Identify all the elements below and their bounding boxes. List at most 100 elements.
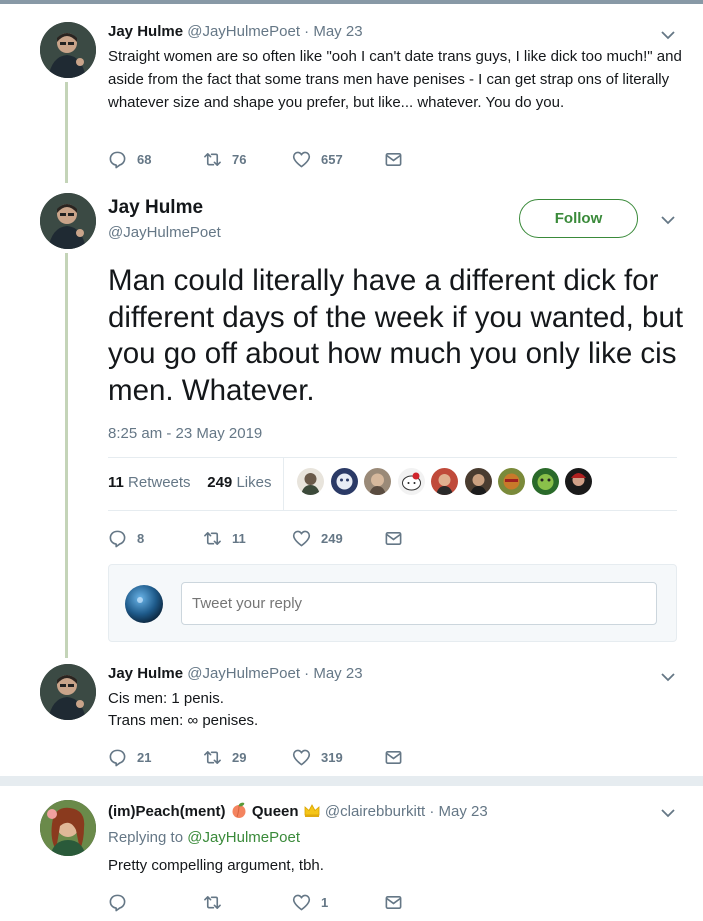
chevron-down-icon[interactable] (661, 808, 675, 818)
like-icon (292, 151, 311, 168)
liker-avatar[interactable] (498, 468, 525, 495)
dm-icon (385, 531, 402, 546)
likers-avatars (297, 468, 599, 495)
like-count: 1 (321, 895, 329, 910)
peach-emoji-icon (232, 802, 246, 818)
liker-avatar[interactable] (565, 468, 592, 495)
liker-avatar[interactable] (364, 468, 391, 495)
separator-dot: · (304, 665, 310, 682)
liker-avatar[interactable] (330, 468, 358, 495)
like-button[interactable]: 1 (292, 893, 328, 912)
reply-button[interactable]: 8 (108, 529, 144, 548)
follow-button[interactable]: Follow (519, 199, 638, 238)
liker-avatar[interactable] (431, 468, 458, 495)
dm-button[interactable] (384, 748, 403, 767)
like-icon (292, 530, 311, 547)
retweet-button[interactable]: 29 (203, 748, 246, 767)
retweet-icon (204, 750, 221, 765)
reply-icon (109, 749, 126, 767)
like-count: 319 (321, 750, 343, 765)
like-icon (292, 749, 311, 766)
author-handle[interactable]: @JayHulmePoet (108, 224, 221, 241)
retweet-count: 76 (232, 152, 247, 167)
separator-dot: · (429, 803, 435, 820)
author-handle[interactable]: @JayHulmePoet (187, 23, 300, 40)
reply-button[interactable] (108, 893, 137, 912)
like-count: 657 (321, 152, 343, 167)
author-handle[interactable]: @JayHulmePoet (187, 665, 300, 682)
engagement-stats: 11 Retweets 249 Likes (108, 474, 271, 491)
reply-icon (109, 894, 126, 912)
author-name[interactable]: Jay Hulme (108, 23, 183, 40)
retweet-button[interactable] (203, 893, 232, 912)
tweet-date[interactable]: May 23 (313, 665, 362, 682)
reply-button[interactable]: 68 (108, 150, 151, 169)
thread-line (65, 82, 68, 183)
liker-avatar[interactable] (297, 468, 324, 495)
liker-avatar[interactable] (464, 468, 492, 495)
tweet-actions: 1 (108, 893, 408, 913)
likes-stat[interactable]: 249 Likes (207, 474, 271, 491)
liker-avatar[interactable] (531, 468, 559, 495)
tweet-date[interactable]: May 23 (439, 803, 488, 820)
dm-button[interactable] (384, 529, 403, 548)
tweet-text: Straight women are so often like "ooh I … (108, 48, 682, 111)
retweet-icon (204, 895, 221, 910)
author-name[interactable]: Jay Hulme (108, 665, 183, 682)
reply-button[interactable]: 21 (108, 748, 151, 767)
tweet-timestamp[interactable]: 8:25 am - 23 May 2019 (108, 425, 262, 442)
tweet-actions: 8 11 249 (108, 529, 408, 549)
retweets-stat[interactable]: 11 Retweets (108, 474, 191, 491)
like-button[interactable]: 657 (292, 150, 343, 169)
author-name[interactable]: Jay Hulme (108, 197, 203, 219)
reply-count: 21 (137, 750, 152, 765)
replying-to: Replying to @JayHulmePoet (108, 829, 300, 846)
replying-to-link[interactable]: @JayHulmePoet (187, 829, 300, 846)
avatar[interactable] (40, 193, 96, 249)
tweet-text: Pretty compelling argument, tbh. (108, 857, 324, 874)
retweet-button[interactable]: 11 (203, 529, 246, 548)
dm-button[interactable] (384, 150, 403, 169)
reply-count: 68 (137, 152, 152, 167)
author-name[interactable]: (im)Peach(ment) Queen (108, 802, 325, 820)
like-count: 249 (321, 531, 343, 546)
avatar[interactable] (40, 800, 96, 856)
top-border (0, 0, 703, 4)
dm-icon (385, 152, 402, 167)
current-user-avatar (125, 585, 163, 623)
divider (108, 510, 677, 511)
tweet-text-line: Cis men: 1 penis. (108, 690, 224, 707)
reply-icon (109, 530, 126, 548)
reply-input[interactable] (181, 582, 657, 625)
reply-count: 8 (137, 531, 145, 546)
tweet-actions: 68 76 657 (108, 150, 408, 170)
retweet-icon (204, 152, 221, 167)
main-tweet-text: Man could literally have a different dic… (108, 264, 684, 407)
retweet-count: 11 (232, 531, 246, 546)
crown-emoji-icon (304, 804, 320, 817)
avatar[interactable] (40, 664, 96, 720)
separator-dot: · (304, 23, 310, 40)
tweet-date[interactable]: May 23 (313, 23, 362, 40)
retweet-button[interactable]: 76 (203, 150, 246, 169)
dm-icon (385, 750, 402, 765)
dm-icon (385, 895, 402, 910)
author-handle[interactable]: @clairebburkitt (325, 803, 425, 820)
tweet-header: Jay Hulme @JayHulmePoet · May 23 (108, 23, 363, 40)
chevron-down-icon[interactable] (661, 30, 675, 40)
divider (283, 458, 284, 510)
dm-button[interactable] (384, 893, 403, 912)
divider (108, 457, 677, 458)
chevron-down-icon[interactable] (661, 672, 675, 682)
conversation-separator (0, 776, 703, 786)
tweet-header: Jay Hulme @JayHulmePoet · May 23 (108, 665, 363, 682)
liker-avatar[interactable] (397, 468, 425, 495)
avatar[interactable] (40, 22, 96, 78)
like-button[interactable]: 319 (292, 748, 343, 767)
like-button[interactable]: 249 (292, 529, 343, 548)
chevron-down-icon[interactable] (661, 215, 675, 225)
thread-line (65, 253, 68, 658)
tweet-actions: 21 29 319 (108, 748, 408, 768)
tweet-header: (im)Peach(ment) Queen @clairebburkitt · … (108, 801, 488, 820)
reply-icon (109, 151, 126, 169)
